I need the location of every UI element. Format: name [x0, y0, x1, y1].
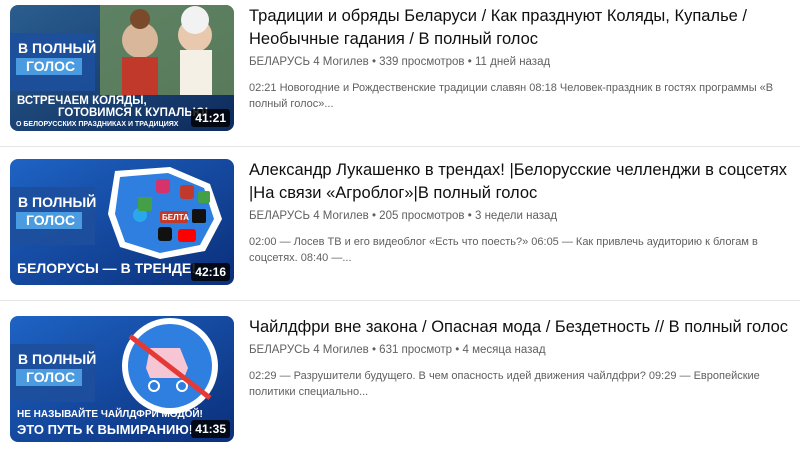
video-title[interactable]: Александр Лукашенко в трендах! |Белорусс…	[249, 159, 789, 205]
video-info-3: Чайлдфри вне закона / Опасная мода / Без…	[249, 316, 789, 400]
video-meta: БЕЛАРУСЬ 4 Могилев • 205 просмотров • 3 …	[249, 209, 789, 224]
channel-name[interactable]: БЕЛАРУСЬ 4 Могилев	[249, 56, 369, 68]
instagram-icon	[156, 179, 170, 193]
youtube-icon	[178, 229, 196, 242]
view-count: 205 просмотров	[379, 210, 465, 222]
video-info-2: Александр Лукашенко в трендах! |Белорусс…	[249, 159, 789, 266]
upload-age: 11 дней назад	[474, 56, 551, 68]
video-description: 02:00 — Лосев ТВ и его видеоблог «Есть ч…	[249, 236, 758, 264]
meta-separator: •	[467, 56, 475, 68]
video-info-1: Традиции и обряды Беларуси / Как праздну…	[249, 5, 789, 112]
video-thumbnail-2[interactable]: БЕЛТА В ПОЛНЫЙ ГОЛОС БЕЛОРУСЫ — В ТРЕНДЕ…	[10, 159, 234, 285]
video-thumbnail-3[interactable]: В ПОЛНЫЙ ГОЛОС НЕ НАЗЫВАЙТЕ ЧАЙЛДФРИ МОД…	[10, 316, 234, 442]
thumb-2-show-name-1: В ПОЛНЫЙ	[18, 193, 96, 210]
thumb-1-show-name-2: ГОЛОС	[26, 58, 75, 74]
channel-name[interactable]: БЕЛАРУСЬ 4 Могилев	[249, 344, 369, 356]
thumb-1-line-1: ВСТРЕЧАЕМ КОЛЯДЫ,	[17, 95, 147, 107]
thumb-2-badge: БЕЛТА	[162, 213, 189, 222]
channel-name[interactable]: БЕЛАРУСЬ 4 Могилев	[249, 210, 369, 222]
video-meta: БЕЛАРУСЬ 4 Могилев • 631 просмотр • 4 ме…	[249, 343, 789, 358]
video-title[interactable]: Традиции и обряды Беларуси / Как праздну…	[249, 5, 789, 51]
thumb-3-line-1: НЕ НАЗЫВАЙТЕ ЧАЙЛДФРИ МОДОЙ!	[17, 407, 203, 420]
thumb-1-show-name-1: В ПОЛНЫЙ	[18, 39, 96, 56]
video-description: 02:29 — Разрушители будущего. В чем опас…	[249, 370, 760, 398]
video-duration: 41:21	[191, 109, 230, 127]
thumb-2-show-name-2: ГОЛОС	[26, 212, 75, 228]
video-duration: 41:35	[191, 420, 230, 438]
thumb-2-line-1: БЕЛОРУСЫ — В ТРЕНДЕ!	[17, 260, 196, 276]
video-meta: БЕЛАРУСЬ 4 Могилев • 339 просмотров • 11…	[249, 55, 789, 70]
thumb-3-show-name-1: В ПОЛНЫЙ	[18, 350, 96, 367]
video-description: 02:21 Новогодние и Рождественские традиц…	[249, 82, 774, 110]
tiktok-icon	[158, 227, 172, 241]
divider	[0, 300, 800, 301]
view-count: 339 просмотров	[379, 56, 465, 68]
divider	[0, 146, 800, 147]
video-thumbnail-1[interactable]: В ПОЛНЫЙ ГОЛОС ВСТРЕЧАЕМ КОЛЯДЫ, ГОТОВИМ…	[10, 5, 234, 131]
thumb-3-show-name-2: ГОЛОС	[26, 369, 75, 385]
view-count: 631 просмотр	[379, 344, 453, 356]
video-title[interactable]: Чайлдфри вне закона / Опасная мода / Без…	[249, 316, 789, 339]
thumb-1-line-3: О БЕЛОРУССКИХ ПРАЗДНИКАХ И ТРАДИЦИЯХ	[16, 121, 179, 128]
meta-separator: •	[467, 210, 475, 222]
upload-age: 4 месяца назад	[462, 344, 546, 356]
thumb-1-line-2: ГОТОВИМСЯ К КУПАЛЬЮ!	[58, 107, 208, 119]
video-duration: 42:16	[191, 263, 230, 281]
upload-age: 3 недели назад	[474, 210, 558, 222]
thumb-3-line-2: ЭТО ПУТЬ К ВЫМИРАНИЮ!	[17, 422, 193, 437]
